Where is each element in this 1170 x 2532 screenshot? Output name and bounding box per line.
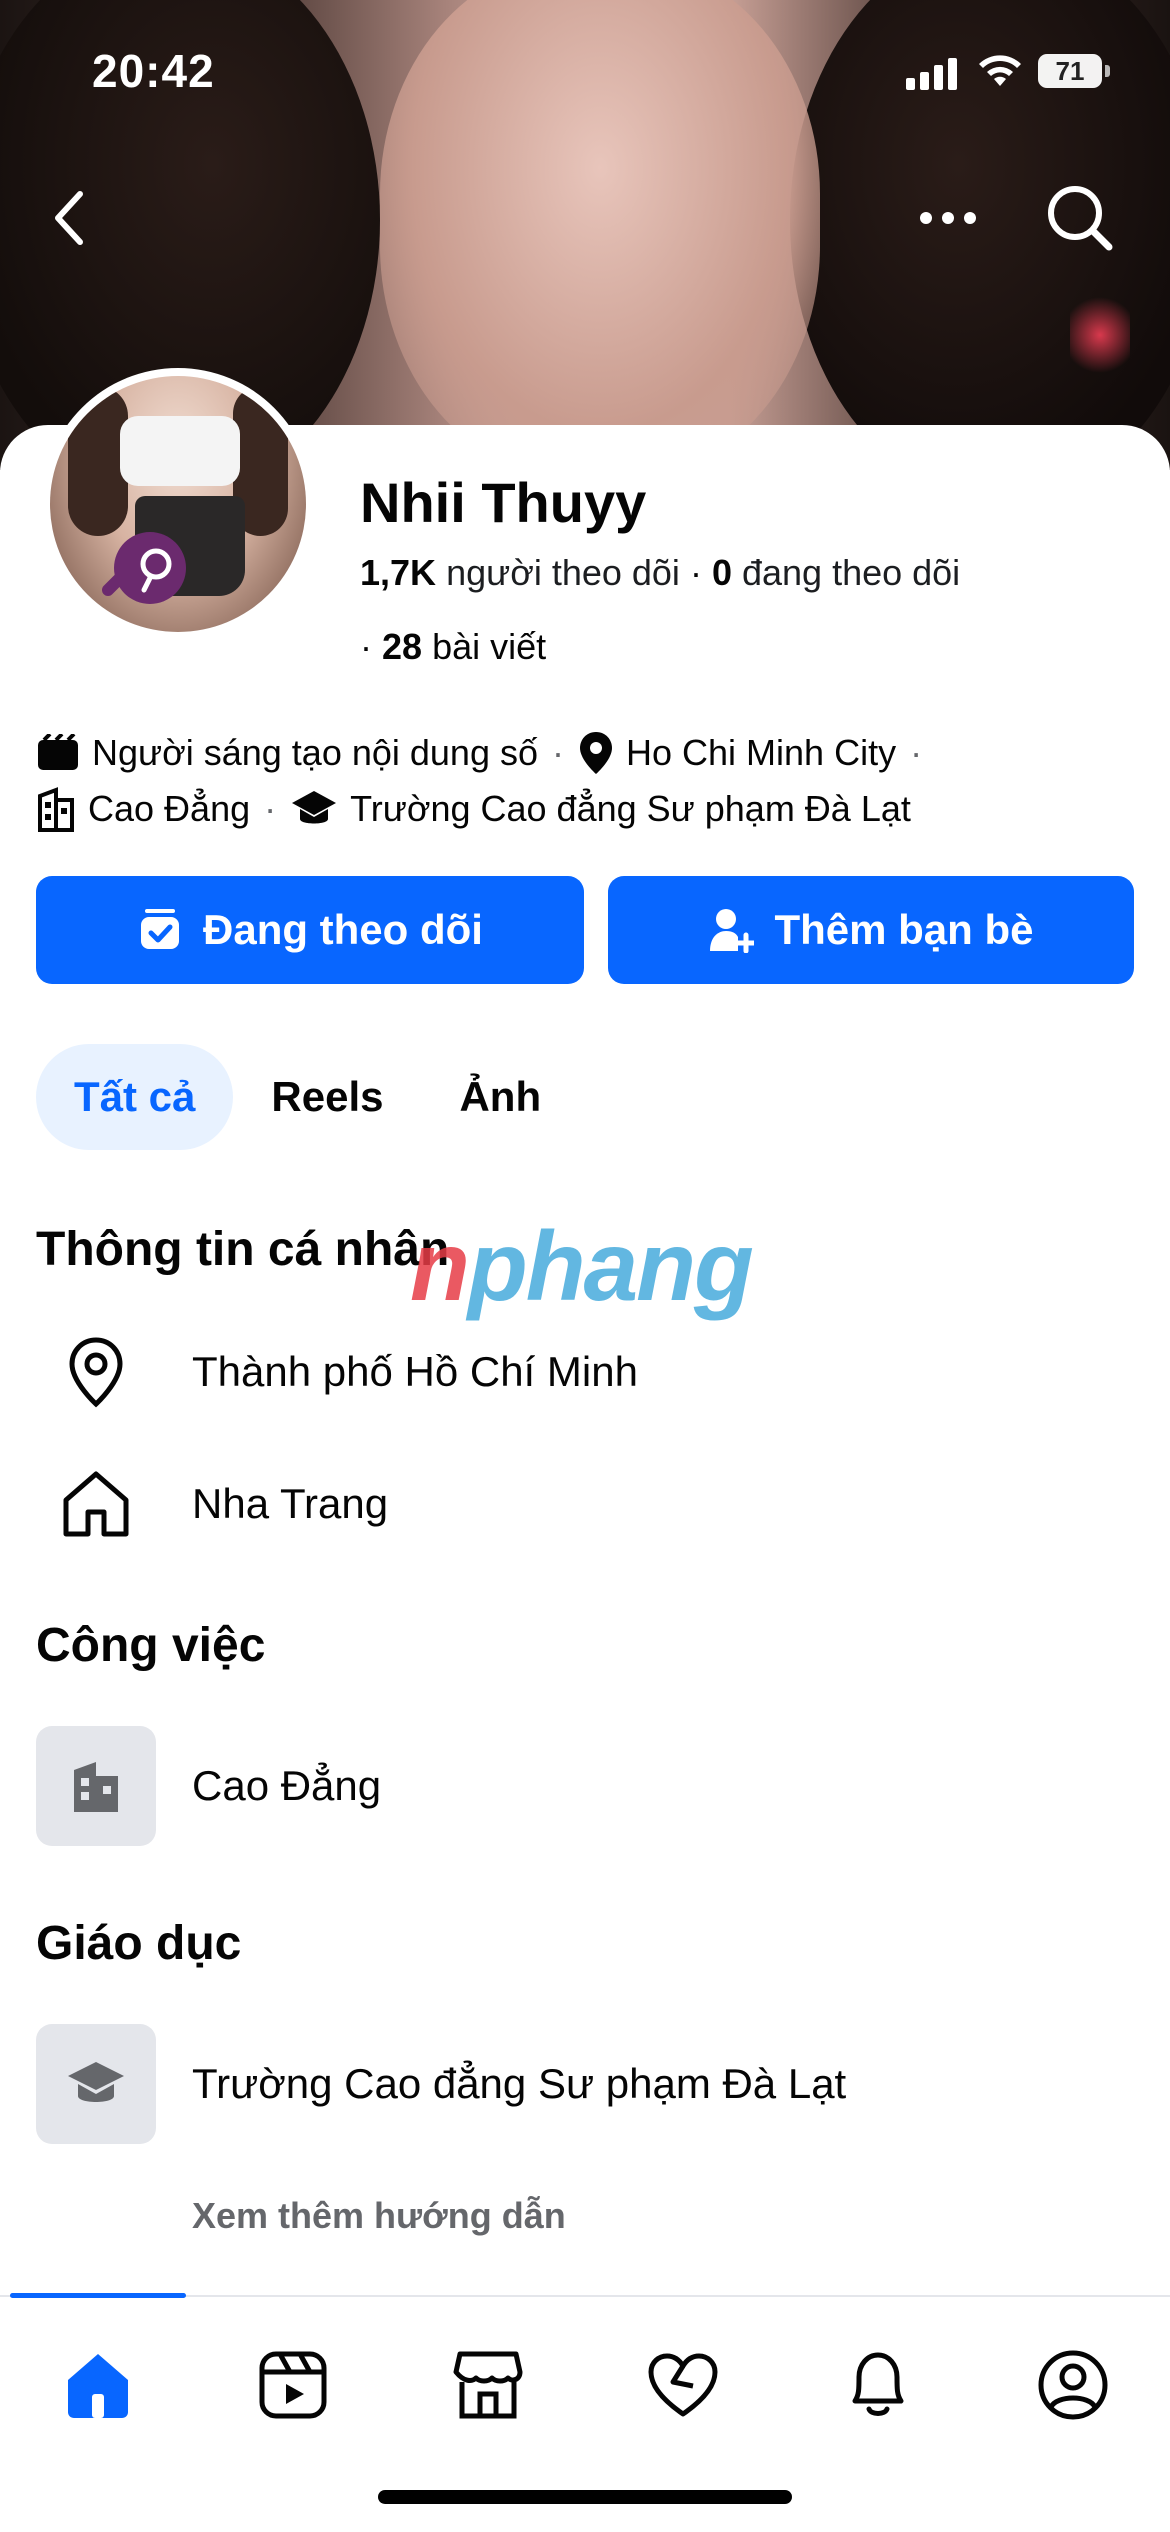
following-count[interactable]: 0 bbox=[712, 552, 732, 593]
wifi-icon bbox=[979, 55, 1021, 86]
home-icon bbox=[63, 1471, 129, 1537]
location-pin-icon bbox=[69, 1337, 123, 1408]
reels-icon bbox=[259, 2351, 327, 2419]
personal-info-title: Thông tin cá nhân bbox=[36, 1223, 450, 1276]
graduation-cap-icon bbox=[68, 2062, 124, 2102]
profile-name: Nhii Thuyy bbox=[360, 471, 647, 534]
creator-badge-icon bbox=[102, 532, 186, 604]
back-button[interactable] bbox=[30, 178, 110, 258]
search-icon bbox=[1048, 186, 1113, 251]
more-options-button[interactable] bbox=[908, 178, 988, 258]
intro-line-1: Người sáng tạo nội dung số · Ho Chi Minh… bbox=[36, 730, 1136, 776]
tab-photos[interactable]: Ảnh bbox=[421, 1044, 579, 1150]
work-text: Cao Đẳng bbox=[192, 1762, 382, 1809]
profile-icon bbox=[1038, 2350, 1108, 2420]
nav-profile[interactable] bbox=[1025, 2337, 1121, 2433]
education-section-title: Giáo dục bbox=[36, 1917, 242, 1970]
tab-reels[interactable]: Reels bbox=[233, 1044, 421, 1150]
status-bar: 20:42 71 bbox=[0, 0, 1170, 140]
add-friend-button[interactable]: Thêm bạn bè bbox=[608, 876, 1134, 984]
nav-marketplace[interactable] bbox=[440, 2337, 536, 2433]
hometown-text: Nha Trang bbox=[192, 1480, 389, 1527]
intro-work[interactable]: Cao Đẳng bbox=[88, 788, 250, 830]
followers-count[interactable]: 1,7K bbox=[360, 552, 436, 593]
follow-stats: 1,7K người theo dõi · 0 đang theo dõi bbox=[360, 552, 961, 593]
building-icon bbox=[74, 1762, 118, 1812]
cellular-signal-icon bbox=[906, 56, 957, 90]
work-section-title: Công việc bbox=[36, 1619, 266, 1672]
more-dots-icon bbox=[920, 212, 976, 224]
location-pin-icon bbox=[580, 732, 612, 774]
clapperboard-icon bbox=[38, 734, 78, 770]
dating-heart-icon bbox=[648, 2353, 718, 2417]
see-more-link[interactable]: Xem thêm hướng dẫn bbox=[192, 2195, 566, 2237]
marketplace-icon bbox=[453, 2351, 523, 2419]
add-friend-icon bbox=[710, 909, 755, 953]
work-row[interactable]: Cao Đẳng bbox=[36, 1726, 1136, 1846]
graduation-cap-icon bbox=[292, 791, 337, 824]
following-label[interactable]: đang theo dõi bbox=[742, 552, 960, 593]
tab-all[interactable]: Tất cả bbox=[36, 1044, 234, 1150]
intro-category: Người sáng tạo nội dung số bbox=[92, 732, 538, 773]
building-icon bbox=[38, 787, 74, 832]
education-row[interactable]: Trường Cao đẳng Sư phạm Đà Lạt bbox=[36, 2024, 1136, 2144]
intro-education[interactable]: Trường Cao đẳng Sư phạm Đà Lạt bbox=[350, 788, 911, 830]
home-icon bbox=[68, 2354, 128, 2418]
status-time: 20:42 bbox=[92, 45, 215, 97]
intro-line-2: Cao Đẳng · Trường Cao đẳng Sư phạm Đà Lạ… bbox=[36, 786, 1136, 832]
home-indicator[interactable] bbox=[378, 2490, 792, 2504]
intro-location[interactable]: Ho Chi Minh City bbox=[626, 732, 896, 774]
nav-home[interactable] bbox=[50, 2337, 146, 2433]
profile-tabs: Tất cả Reels Ảnh bbox=[36, 1044, 579, 1150]
following-check-icon bbox=[141, 909, 179, 949]
nav-reels[interactable] bbox=[245, 2337, 341, 2433]
chevron-left-icon bbox=[55, 191, 83, 245]
info-row-hometown[interactable]: Nha Trang bbox=[36, 1444, 1136, 1564]
watermark-logo: nphang bbox=[410, 1211, 754, 1321]
posts-separator: · bbox=[360, 626, 372, 667]
nav-notifications[interactable] bbox=[830, 2337, 926, 2433]
info-row-current-city[interactable]: Thành phố Hồ Chí Minh bbox=[36, 1312, 1136, 1432]
active-tab-indicator bbox=[10, 2293, 186, 2298]
following-button-label: Đang theo dõi bbox=[203, 906, 483, 953]
add-friend-button-label: Thêm bạn bè bbox=[774, 906, 1034, 953]
posts-count: 28 bbox=[382, 626, 423, 667]
battery-indicator: 71 bbox=[1038, 54, 1110, 88]
nav-dating[interactable] bbox=[635, 2337, 731, 2433]
search-button[interactable] bbox=[1040, 178, 1120, 258]
posts-label: bài viết bbox=[432, 626, 547, 667]
current-city-text: Thành phố Hồ Chí Minh bbox=[192, 1348, 638, 1395]
posts-stats: · 28 bài viết bbox=[360, 626, 546, 668]
education-text: Trường Cao đẳng Sư phạm Đà Lạt bbox=[192, 2060, 847, 2107]
following-button[interactable]: Đang theo dõi bbox=[36, 876, 584, 984]
followers-label[interactable]: người theo dõi bbox=[446, 552, 680, 593]
notifications-bell-icon bbox=[852, 2352, 904, 2416]
